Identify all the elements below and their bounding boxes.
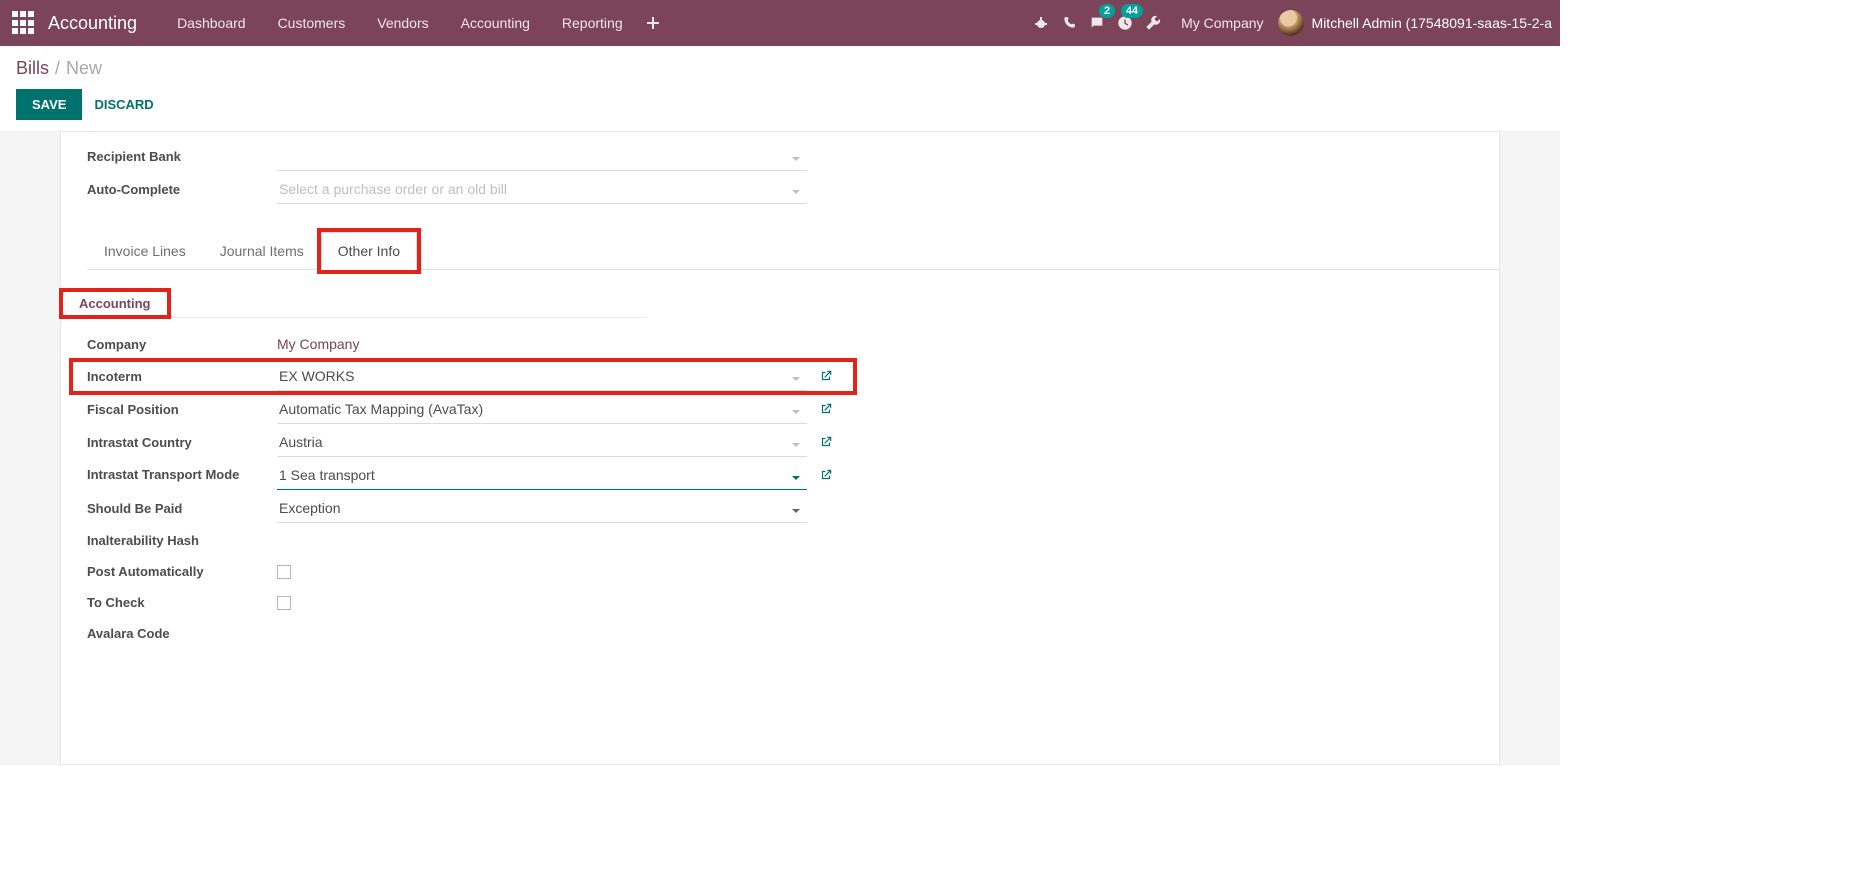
intrastat-country-input[interactable]: [277, 428, 807, 457]
fiscal-label: Fiscal Position: [87, 396, 277, 423]
post-auto-label: Post Automatically: [87, 558, 277, 585]
plus-icon[interactable]: [639, 0, 667, 46]
breadcrumb-sep: /: [55, 58, 60, 79]
breadcrumb: Bills / New: [16, 58, 1544, 79]
external-link-icon[interactable]: [819, 402, 833, 419]
nav-reporting[interactable]: Reporting: [546, 0, 639, 46]
app-brand[interactable]: Accounting: [48, 13, 137, 34]
company-label: Company: [87, 331, 277, 358]
to-check-checkbox[interactable]: [277, 596, 291, 610]
activities-icon[interactable]: 44: [1111, 0, 1139, 46]
field-recipient-bank: Recipient Bank: [87, 142, 807, 171]
recipient-bank-input[interactable]: [277, 142, 807, 171]
messages-icon[interactable]: 2: [1083, 0, 1111, 46]
avalara-label: Avalara Code: [87, 620, 277, 647]
chevron-down-icon[interactable]: [791, 151, 801, 167]
save-button[interactable]: SAVE: [16, 89, 82, 120]
tab-invoice-lines[interactable]: Invoice Lines: [87, 232, 203, 270]
sheet-wrap: Recipient Bank Auto-Complete Invoice Lin…: [0, 131, 1560, 765]
chevron-down-icon[interactable]: [791, 470, 801, 486]
recipient-bank-label: Recipient Bank: [87, 143, 277, 170]
should-be-paid-label: Should Be Paid: [87, 495, 277, 522]
field-company: Company My Company: [87, 330, 807, 358]
tabs: Invoice Lines Journal Items Other Info: [87, 232, 1499, 270]
bug-icon[interactable]: [1027, 0, 1055, 46]
user-menu[interactable]: Mitchell Admin (17548091-saas-15-2-a: [1312, 15, 1552, 31]
external-link-icon[interactable]: [819, 435, 833, 452]
external-link-icon[interactable]: [819, 369, 833, 386]
navbar: Accounting Dashboard Customers Vendors A…: [0, 0, 1560, 46]
fiscal-input[interactable]: [277, 395, 807, 424]
company-switcher[interactable]: My Company: [1167, 15, 1277, 31]
nav-dashboard[interactable]: Dashboard: [161, 0, 262, 46]
tab-journal-items[interactable]: Journal Items: [203, 232, 321, 270]
apps-icon[interactable]: [12, 11, 36, 35]
field-avalara: Avalara Code: [87, 620, 807, 647]
field-auto-complete: Auto-Complete: [87, 175, 807, 204]
field-post-auto: Post Automatically: [87, 558, 807, 585]
field-incoterm: Incoterm: [87, 362, 807, 391]
transport-label: Intrastat Transport Mode: [87, 461, 277, 488]
breadcrumb-current: New: [66, 58, 102, 79]
tab-other-info[interactable]: Other Info: [321, 232, 417, 270]
company-value[interactable]: My Company: [277, 330, 359, 358]
field-to-check: To Check: [87, 589, 807, 616]
field-fiscal-position: Fiscal Position: [87, 395, 807, 424]
avatar[interactable]: [1278, 10, 1304, 36]
incoterm-label: Incoterm: [87, 363, 277, 390]
nav-customers[interactable]: Customers: [262, 0, 362, 46]
phone-icon[interactable]: [1055, 0, 1083, 46]
external-link-icon[interactable]: [819, 468, 833, 485]
section-accounting: Accounting: [61, 290, 169, 317]
nav-vendors[interactable]: Vendors: [361, 0, 444, 46]
intrastat-country-label: Intrastat Country: [87, 429, 277, 456]
auto-complete-label: Auto-Complete: [87, 176, 277, 203]
chevron-down-icon[interactable]: [791, 437, 801, 453]
chevron-down-icon[interactable]: [791, 371, 801, 387]
to-check-label: To Check: [87, 589, 277, 616]
transport-input[interactable]: [277, 461, 807, 490]
breadcrumb-root[interactable]: Bills: [16, 58, 49, 79]
should-be-paid-select[interactable]: [277, 494, 807, 523]
incoterm-input[interactable]: [277, 362, 807, 391]
control-panel: Bills / New SAVE DISCARD: [0, 46, 1560, 131]
form-sheet: Recipient Bank Auto-Complete Invoice Lin…: [60, 131, 1500, 765]
field-intrastat-country: Intrastat Country: [87, 428, 807, 457]
wrench-icon[interactable]: [1139, 0, 1167, 46]
chevron-down-icon[interactable]: [791, 503, 801, 519]
post-auto-checkbox[interactable]: [277, 565, 291, 579]
chevron-down-icon[interactable]: [791, 184, 801, 200]
field-hash: Inalterability Hash: [87, 527, 807, 554]
discard-button[interactable]: DISCARD: [94, 97, 153, 112]
field-should-be-paid: Should Be Paid: [87, 494, 807, 523]
auto-complete-input[interactable]: [277, 175, 807, 204]
field-transport-mode: Intrastat Transport Mode: [87, 461, 807, 490]
hash-label: Inalterability Hash: [87, 527, 277, 554]
nav-accounting[interactable]: Accounting: [445, 0, 546, 46]
chevron-down-icon[interactable]: [791, 404, 801, 420]
